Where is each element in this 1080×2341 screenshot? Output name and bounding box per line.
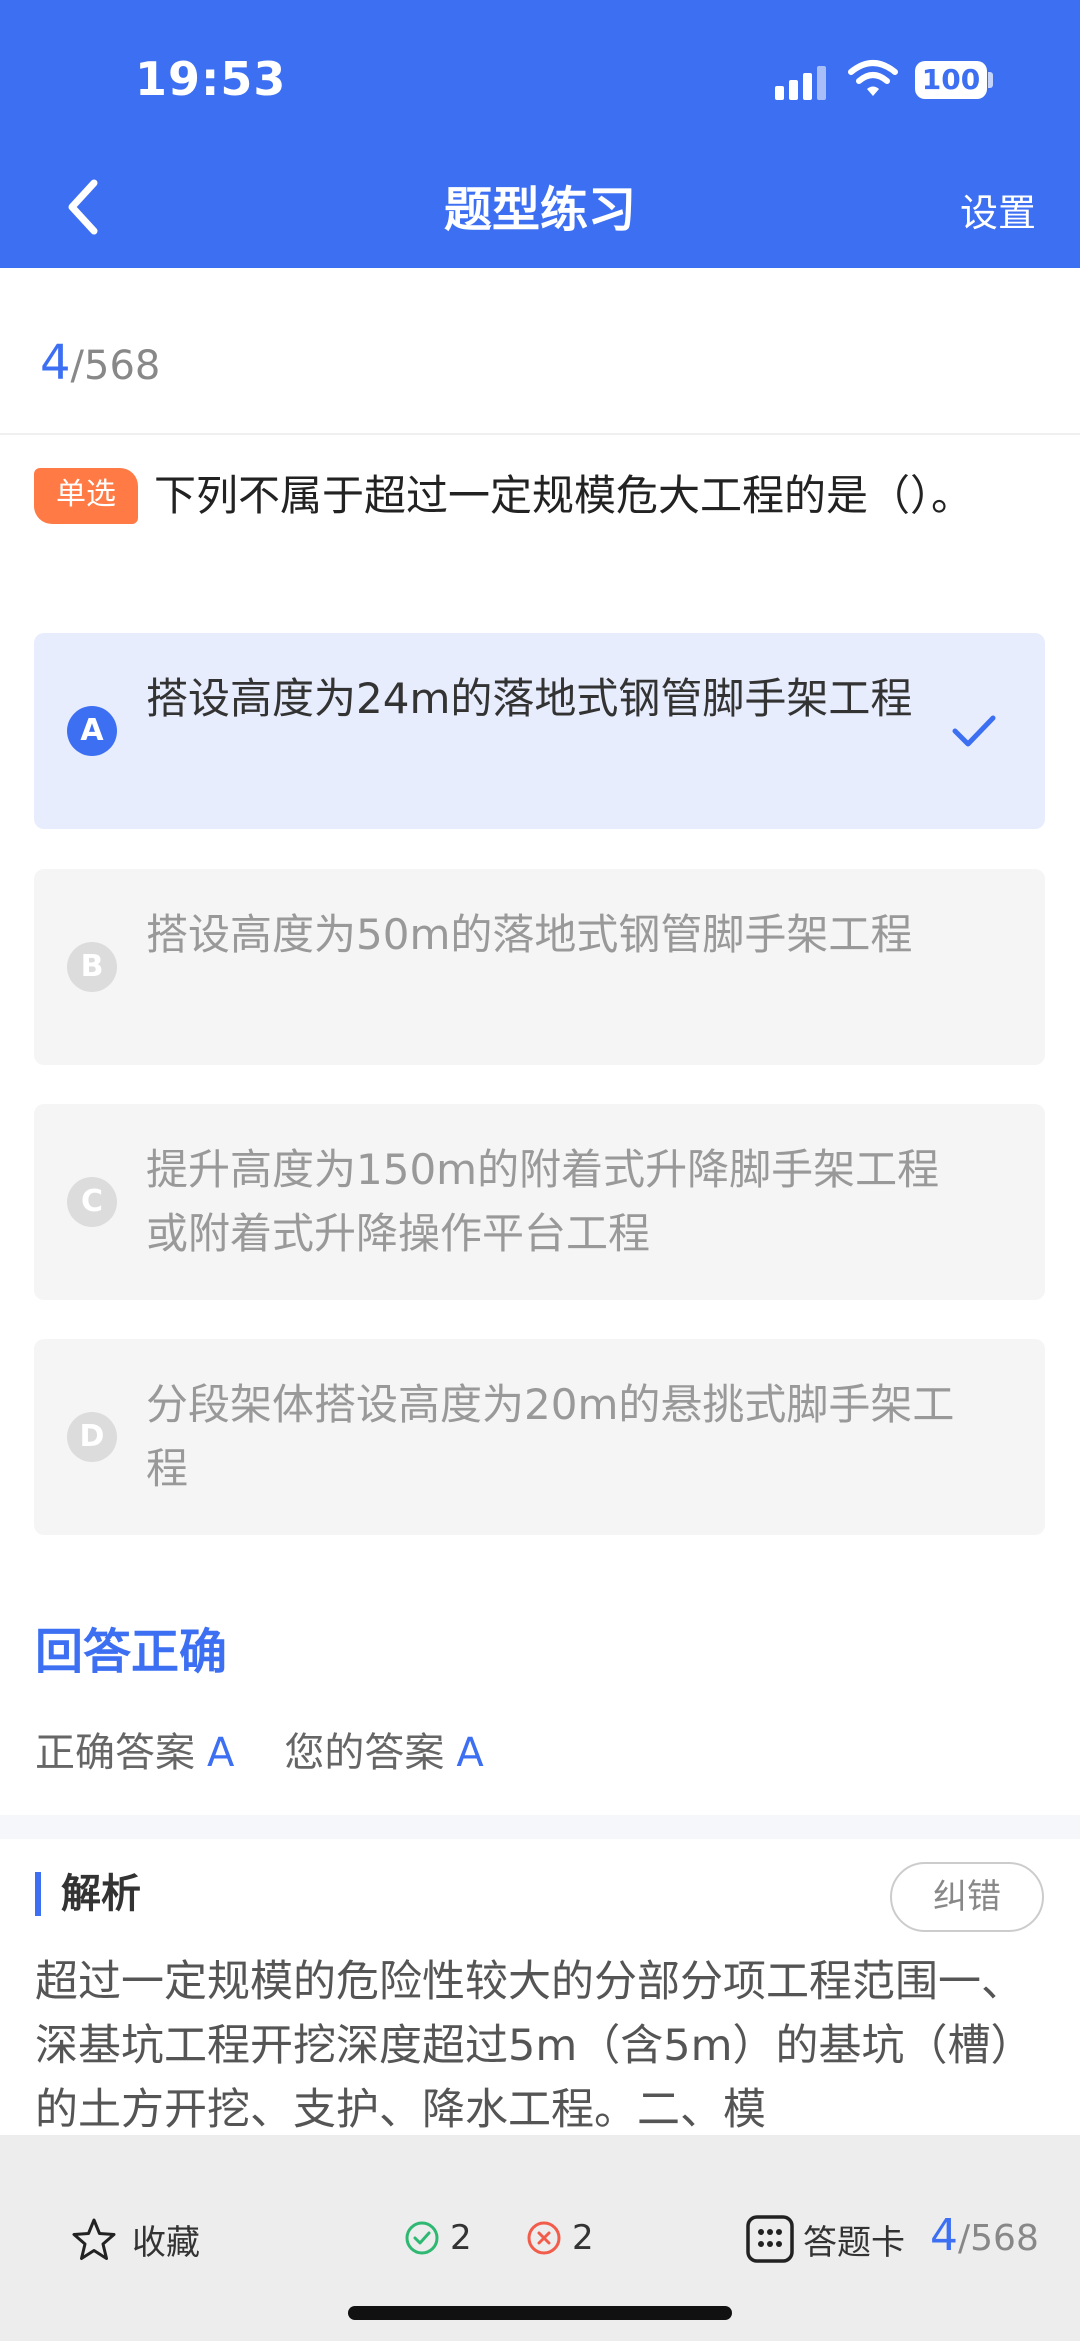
battery-tip [988, 72, 993, 88]
correct-answer-value: A [207, 1730, 235, 1776]
option-c[interactable]: C 提升高度为150m的附着式升降脚手架工程或附着式升降操作平台工程 [34, 1104, 1045, 1300]
bottom-progress-current: 4 [930, 2210, 958, 2261]
option-letter: D [67, 1412, 117, 1462]
option-a[interactable]: A 搭设高度为24m的落地式钢管脚手架工程 [34, 633, 1045, 829]
question-stem: 单选 下列不属于超过一定规模危大工程的是（）。 [34, 462, 1044, 530]
question-text: 下列不属于超过一定规模危大工程的是（）。 [154, 471, 974, 520]
analysis-heading: 解析 [35, 1872, 141, 1916]
checkmark-icon [952, 715, 996, 747]
option-d[interactable]: D 分段架体搭设高度为20m的悬挑式脚手架工程 [34, 1339, 1045, 1535]
page-title: 题型练习 [443, 182, 636, 238]
correct-count: 2 [404, 2218, 472, 2258]
report-error-button[interactable]: 纠错 [890, 1862, 1044, 1932]
option-text: 搭设高度为24m的落地式钢管脚手架工程 [146, 674, 913, 723]
analysis-text: 超过一定规模的危险性较大的分部分项工程范围一、深基坑工程开挖深度超过5m（含5m… [35, 1957, 1034, 2134]
battery-indicator: 100 [915, 61, 987, 99]
option-text: 提升高度为150m的附着式升降脚手架工程或附着式升降操作平台工程 [146, 1145, 940, 1258]
wrong-count-value: 2 [572, 2218, 594, 2258]
signal-icon [775, 66, 831, 100]
question-progress: 4/568 [40, 335, 160, 391]
answer-card-button[interactable]: 答题卡 [745, 2214, 905, 2264]
bottom-progress-total: /568 [958, 2218, 1039, 2259]
progress-total: /568 [70, 343, 161, 389]
wifi-icon [848, 60, 898, 96]
bottom-progress: 4/568 [930, 2210, 1039, 2261]
result-title: 回答正确 [35, 1624, 228, 1680]
favorite-button[interactable]: 收藏 [70, 2215, 200, 2264]
wrong-count: 2 [526, 2218, 594, 2258]
settings-button[interactable]: 设置 [960, 182, 1036, 237]
progress-current: 4 [40, 335, 71, 391]
grid-icon [746, 2215, 794, 2263]
option-letter: A [67, 706, 117, 756]
section-separator [0, 1815, 1080, 1839]
answer-summary: 正确答案 A 您的答案 A [35, 1720, 534, 1778]
option-text: 分段架体搭设高度为20m的悬挑式脚手架工程 [146, 1380, 955, 1493]
divider [0, 433, 1080, 435]
star-icon [72, 2218, 116, 2260]
status-time: 19:53 [135, 52, 287, 106]
option-text: 搭设高度为50m的落地式钢管脚手架工程 [146, 910, 913, 959]
correct-count-value: 2 [450, 2218, 472, 2258]
favorite-label: 收藏 [132, 2223, 200, 2263]
answer-card-label: 答题卡 [803, 2222, 905, 2263]
check-circle-icon [405, 2221, 439, 2255]
option-letter: B [67, 942, 117, 992]
question-type-badge: 单选 [34, 468, 138, 524]
your-answer-label: 您的答案 [284, 1730, 445, 1776]
x-circle-icon [527, 2221, 561, 2255]
home-indicator [348, 2306, 732, 2320]
option-letter: C [67, 1177, 117, 1227]
your-answer-value: A [456, 1730, 484, 1776]
correct-answer-label: 正确答案 [35, 1730, 195, 1776]
option-b[interactable]: B 搭设高度为50m的落地式钢管脚手架工程 [34, 869, 1045, 1065]
app-header: 19:53 100 题型练习 设置 [0, 0, 1080, 268]
